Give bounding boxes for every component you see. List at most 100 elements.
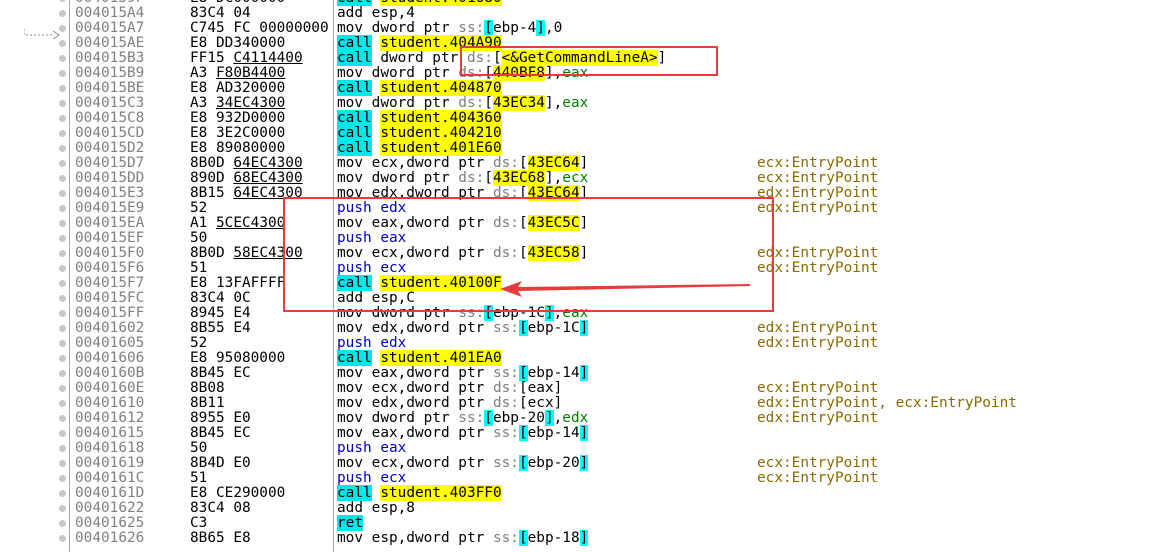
breakpoint-dot-icon[interactable] [59, 460, 66, 467]
disasm-row[interactable]: 004015F7 E8 13FAFFFF call student.40100F [0, 275, 1159, 291]
breakpoint-dot-icon[interactable] [59, 295, 66, 302]
address: 004015DD [75, 170, 145, 186]
instruction: call dword ptr ds:[<&GetCommandLineA>] [337, 50, 666, 66]
disasm-row[interactable]: 00401610 8B11 mov edx,dword ptr ds:[ecx] ed… [0, 396, 1159, 411]
disasm-row[interactable]: 00401619 8B4D E0 mov ecx,dword ptr ss:[ebp… [0, 455, 1159, 471]
breakpoint-dot-icon[interactable] [59, 205, 66, 212]
instruction-part: 43EC68 [492, 170, 545, 186]
breakpoint-dot-icon[interactable] [59, 130, 66, 137]
disasm-row[interactable]: 0040160E 8B08 mov ecx,dword ptr ds:[eax] ec… [0, 381, 1159, 396]
disasm-row[interactable]: 00401605 52 push edx edx:EntryPoint [0, 336, 1159, 351]
disasm-row[interactable]: 004015A7 C745 FC 00000000 mov dword ptr ss… [0, 20, 1159, 36]
instruction: mov ecx,dword ptr ds:[43EC58] [337, 245, 588, 261]
disasm-row[interactable]: 00401618 50 push eax [0, 441, 1159, 456]
disasm-row[interactable]: 0040161D E8 CE290000 call student.403FF0 [0, 485, 1159, 501]
breakpoint-dot-icon[interactable] [59, 445, 66, 452]
disasm-row[interactable]: 00401626 8B65 E8 mov esp,dword ptr ss:[ebp… [0, 530, 1159, 546]
disasm-row[interactable]: 004015BE E8 AD320000 call student.404870 [0, 80, 1159, 96]
comment: ecx:EntryPoint [757, 470, 879, 486]
opcode-bytes: E8 13FAFFFF [190, 276, 285, 291]
disasm-row[interactable]: 0040161C 51 push ecx ecx:EntryPoint [0, 471, 1159, 486]
breakpoint-dot-icon[interactable] [59, 190, 66, 197]
disasm-row[interactable]: 004015F6 51 push ecx edx:EntryPoint [0, 261, 1159, 276]
breakpoint-dot-icon[interactable] [59, 385, 66, 392]
disasm-row[interactable]: 004015D2 E8 89080000 call student.401E60 [0, 140, 1159, 156]
disasm-row[interactable]: 00401615 8B45 EC mov eax,dword ptr ss:[ebp… [0, 425, 1159, 441]
opcode-bytes: FF15 C4114400 [190, 51, 303, 66]
breakpoint-dot-icon[interactable] [59, 235, 66, 242]
instruction-part: mov dword ptr [337, 95, 459, 111]
opcode-part: 51 [190, 470, 208, 486]
breakpoint-dot-icon[interactable] [59, 220, 66, 227]
breakpoint-dot-icon[interactable] [59, 355, 66, 362]
disassembly-view[interactable]: 0040159FE8 DC000000call student.40168000… [0, 0, 1159, 552]
disasm-row[interactable]: 00401602 8B55 E4 mov edx,dword ptr ss:[ebp… [0, 320, 1159, 336]
disasm-row[interactable]: 00401622 83C4 08 add esp,8 [0, 501, 1159, 516]
breakpoint-dot-icon[interactable] [59, 475, 66, 482]
instruction-part: student.401EA0 [380, 350, 502, 366]
opcode-bytes: 8B11 [190, 396, 225, 411]
opcode-part: 890D [190, 170, 234, 186]
breakpoint-dot-icon[interactable] [59, 280, 66, 287]
disasm-row[interactable]: 004015FC 83C4 0C add esp,C [0, 291, 1159, 306]
opcode-part: 8B45 EC [190, 365, 251, 381]
breakpoint-dot-icon[interactable] [59, 265, 66, 272]
instruction-part: , [553, 305, 563, 321]
disasm-row[interactable]: 004015D7 8B0D 64EC4300 mov ecx,dword ptr d… [0, 155, 1159, 171]
breakpoint-dot-icon[interactable] [59, 415, 66, 422]
breakpoint-dot-icon[interactable] [59, 55, 66, 62]
breakpoint-dot-icon[interactable] [59, 520, 66, 527]
disasm-row[interactable]: 004015A4 83C4 04 add esp,4 [0, 6, 1159, 21]
opcode-part: E8 AD320000 [190, 80, 286, 96]
breakpoint-dot-icon[interactable] [59, 430, 66, 437]
disasm-row[interactable]: 004015CD E8 3E2C0000 call student.404210 [0, 125, 1159, 141]
breakpoint-dot-icon[interactable] [59, 85, 66, 92]
disasm-row[interactable]: 00401612 8955 E0 mov dword ptr ss:[ebp-20]… [0, 410, 1159, 426]
breakpoint-dot-icon[interactable] [59, 10, 66, 17]
instruction-part: [ [484, 20, 493, 36]
breakpoint-dot-icon[interactable] [59, 310, 66, 317]
instruction: mov eax,dword ptr ds:[43EC5C] [337, 215, 588, 231]
breakpoint-dot-icon[interactable] [59, 145, 66, 152]
opcode-bytes: 8B0D 64EC4300 [190, 156, 303, 171]
opcode-bytes: 83C4 04 [190, 6, 251, 21]
breakpoint-dot-icon[interactable] [59, 325, 66, 332]
instruction-part: [ [518, 530, 528, 546]
breakpoint-dot-icon[interactable] [59, 70, 66, 77]
disasm-row[interactable]: 004015AE E8 DD340000 call student.404A90 [0, 35, 1159, 51]
address: 00401625 [75, 515, 145, 531]
breakpoint-dot-icon[interactable] [59, 160, 66, 167]
disasm-row[interactable]: 004015B9 A3 F80B4400 mov dword ptr ds:[440… [0, 65, 1159, 81]
disasm-row[interactable]: 004015B3 FF15 C4114400 call dword ptr ds:[… [0, 50, 1159, 66]
breakpoint-dot-icon[interactable] [59, 490, 66, 497]
breakpoint-dot-icon[interactable] [59, 100, 66, 107]
opcode-bytes: 8B08 [190, 381, 225, 396]
disasm-row[interactable]: 004015C8 E8 932D0000 call student.404360 [0, 110, 1159, 126]
breakpoint-dot-icon[interactable] [59, 505, 66, 512]
disasm-row[interactable]: 004015EA A1 5CEC4300 mov eax,dword ptr ds:… [0, 215, 1159, 231]
disasm-row[interactable]: 004015FF 8945 E4 mov dword ptr ss:[ebp-1C]… [0, 305, 1159, 321]
instruction-part: ] [544, 410, 554, 426]
instruction-part: ebp-1C [492, 305, 545, 321]
address: 0040160E [75, 380, 145, 396]
breakpoint-dot-icon[interactable] [59, 400, 66, 407]
breakpoint-dot-icon[interactable] [59, 175, 66, 182]
disasm-row[interactable]: 004015E3 8B15 64EC4300 mov edx,dword ptr d… [0, 185, 1159, 201]
disasm-row[interactable]: 004015C3 A3 34EC4300 mov dword ptr ds:[43E… [0, 95, 1159, 111]
breakpoint-dot-icon[interactable] [59, 340, 66, 347]
disasm-row[interactable]: 004015F0 8B0D 58EC4300 mov ecx,dword ptr d… [0, 245, 1159, 261]
disasm-row[interactable]: 0040160B 8B45 EC mov eax,dword ptr ss:[ebp… [0, 365, 1159, 381]
disasm-row[interactable]: 004015EF 50 push eax [0, 231, 1159, 246]
breakpoint-dot-icon[interactable] [59, 0, 66, 2]
disasm-row[interactable]: 00401625 C3 ret [0, 515, 1159, 531]
breakpoint-dot-icon[interactable] [59, 535, 66, 542]
address: 004015F6 [75, 260, 145, 276]
disasm-row[interactable]: 00401606 E8 95080000 call student.401EA0 [0, 350, 1159, 366]
breakpoint-dot-icon[interactable] [59, 250, 66, 257]
breakpoint-dot-icon[interactable] [59, 115, 66, 122]
breakpoint-dot-icon[interactable] [59, 370, 66, 377]
breakpoint-dot-icon[interactable] [59, 40, 66, 47]
instruction-part: student.404210 [380, 125, 502, 141]
disasm-row[interactable]: 004015DD 890D 68EC4300 mov dword ptr ds:[4… [0, 170, 1159, 186]
disasm-row[interactable]: 004015E9 52 push edx edx:EntryPoint [0, 201, 1159, 216]
